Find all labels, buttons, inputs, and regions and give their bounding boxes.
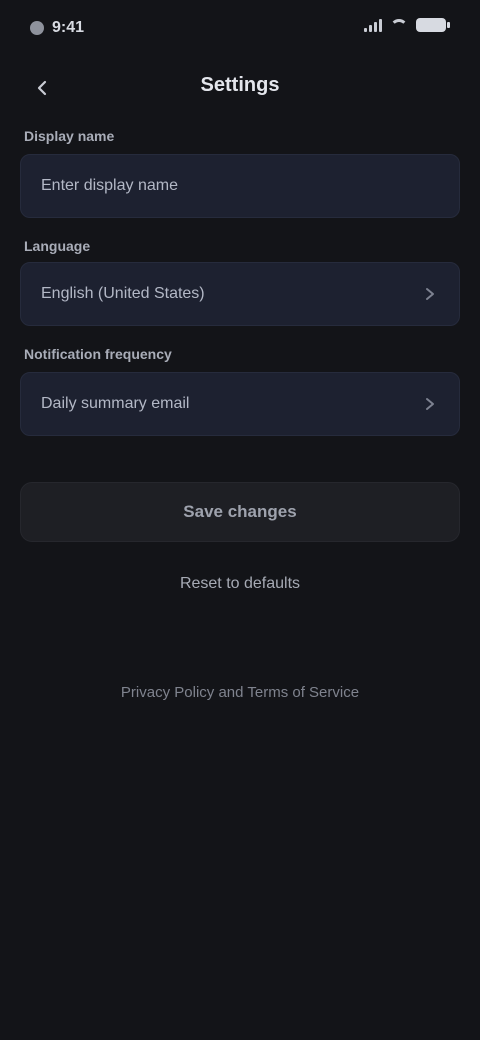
status-time: 9:41 [30, 17, 120, 39]
reset-button[interactable]: Reset to defaults [130, 562, 350, 606]
status-bar: 9:41 [0, 0, 480, 56]
chevron-right-icon [421, 285, 439, 303]
chevron-right-icon [421, 395, 439, 413]
language-value: English (United States) [41, 285, 205, 302]
status-time-text: 9:41 [52, 19, 85, 36]
privacy-terms-link[interactable]: Privacy Policy and Terms of Service [60, 676, 420, 708]
battery-icon [416, 18, 450, 32]
language-label: Language [24, 238, 91, 254]
display-name-label: Display name [24, 128, 115, 144]
display-name-field[interactable]: Enter display name [20, 154, 460, 218]
status-icons [364, 18, 450, 32]
notification-frequency-label: Notification frequency [24, 346, 172, 362]
wifi-icon [390, 19, 408, 31]
save-button[interactable]: Save changes [20, 482, 460, 542]
page-title: Settings [200, 74, 280, 96]
notification-frequency-select[interactable]: Daily summary email [20, 372, 460, 436]
language-select[interactable]: English (United States) [20, 262, 460, 326]
settings-screen: 9:41 Settings Display name Enter display… [0, 0, 480, 1040]
app-indicator-icon [30, 21, 44, 35]
notification-frequency-value: Daily summary email [41, 395, 190, 412]
display-name-value: Enter display name [41, 177, 178, 194]
cellular-signal-icon [364, 18, 382, 32]
